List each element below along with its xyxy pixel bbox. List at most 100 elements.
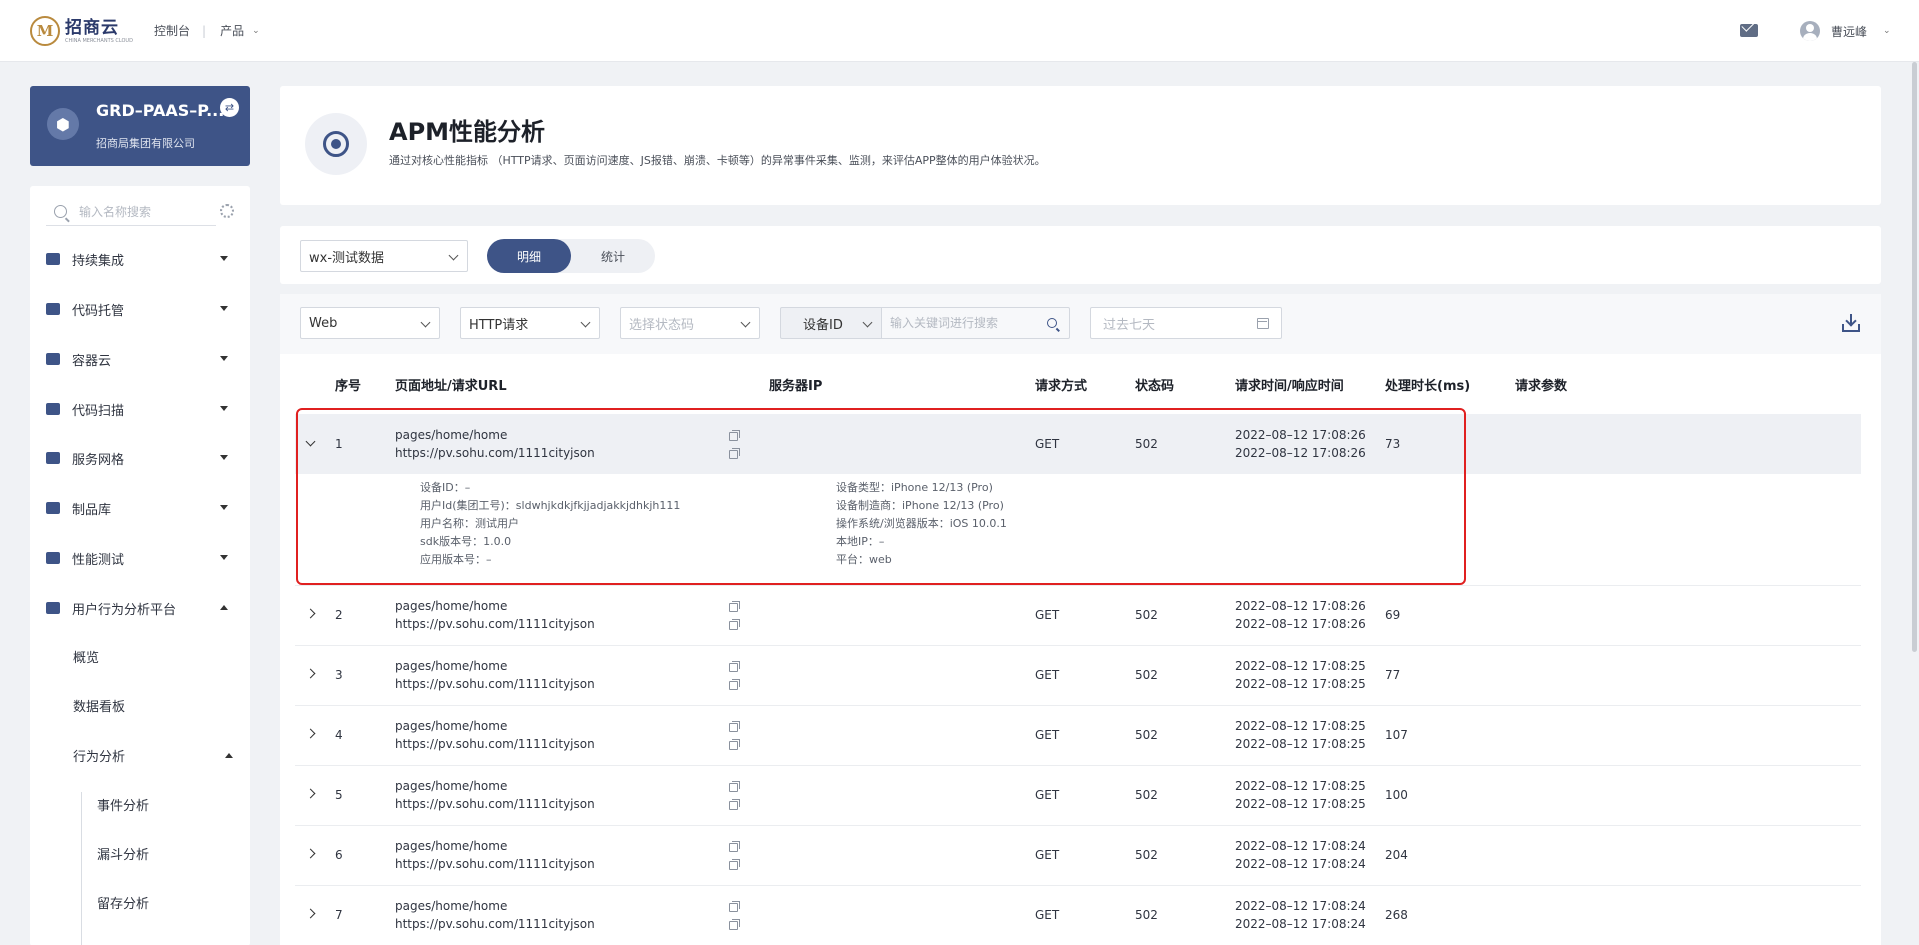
calendar-icon [1257, 318, 1269, 329]
chevron-down-icon[interactable]: ⌄ [1883, 26, 1891, 36]
detail-device-type: 设备类型：iPhone 12/13 (Pro) [836, 481, 993, 494]
sidebar-item-event-analysis[interactable]: 事件分析 [97, 784, 149, 824]
page-path: pages/home/home [395, 719, 508, 733]
app-select-value: wx-测试数据 [309, 250, 385, 266]
request-url: https://pv.sohu.com/1111cityjson [395, 857, 595, 871]
sidebar-item-label: 容器云 [72, 353, 112, 369]
sidebar-item-code-scan[interactable]: 代码扫描 [30, 385, 250, 433]
sidebar-item-dashboard[interactable]: 数据看板 [73, 685, 125, 725]
logo[interactable]: M 招商云 CHINA MERCHANTS CLOUD [30, 16, 133, 46]
top-bar: M 招商云 CHINA MERCHANTS CLOUD 控制台 | 产品 ⌄ 曹… [0, 0, 1919, 62]
table-row[interactable]: 5 pages/home/home https://pv.sohu.com/11… [295, 766, 1861, 826]
app-select[interactable]: wx-测试数据 [300, 240, 468, 272]
table-row[interactable]: 1 pages/home/home https://pv.sohu.com/11… [295, 414, 1861, 474]
request-method: GET [1035, 608, 1060, 622]
copy-icon[interactable] [729, 661, 740, 672]
date-range-picker[interactable]: 过去七天 [1090, 307, 1282, 339]
caret-down-icon [220, 505, 228, 510]
sidebar-item-user-behavior[interactable]: 用户行为分析平台 [30, 584, 250, 632]
table-row[interactable]: 6 pages/home/home https://pv.sohu.com/11… [295, 826, 1861, 886]
type-select-value: HTTP请求 [469, 317, 529, 333]
table-row[interactable]: 4 pages/home/home https://pv.sohu.com/11… [295, 706, 1861, 766]
duration: 107 [1385, 728, 1408, 742]
expand-icon[interactable] [305, 908, 316, 919]
chevron-down-icon [420, 317, 431, 328]
table-row[interactable]: 7 pages/home/home https://pv.sohu.com/11… [295, 886, 1861, 945]
users-icon [46, 602, 60, 614]
nav-products[interactable]: 产品 [220, 22, 244, 39]
user-name[interactable]: 曹远峰 [1831, 23, 1867, 40]
sidebar-item-artifacts[interactable]: 制品库 [30, 484, 250, 532]
sidebar-item-perf-test[interactable]: 性能测试 [30, 534, 250, 582]
request-method: GET [1035, 668, 1060, 682]
filter-bar: Web HTTP请求 选择状态码 设备ID 过去七天 [280, 294, 1881, 354]
duration: 73 [1385, 437, 1401, 451]
request-url: https://pv.sohu.com/1111cityjson [395, 677, 595, 691]
page-path: pages/home/home [395, 659, 508, 673]
avatar[interactable] [1800, 21, 1820, 41]
copy-icon[interactable] [729, 919, 740, 930]
keyword-input[interactable] [890, 316, 1040, 330]
table-row[interactable]: 2 pages/home/home https://pv.sohu.com/11… [295, 586, 1861, 646]
expand-icon[interactable] [305, 668, 316, 679]
tab-stats[interactable]: 统计 [571, 239, 655, 273]
caret-down-icon [220, 256, 228, 261]
sidebar-item-behavior-analysis[interactable]: 行为分析 [73, 735, 233, 775]
copy-icon[interactable] [729, 601, 740, 612]
project-card[interactable]: ⬢ GRD–PAAS–P... 招商局集团有限公司 ⇄ [30, 86, 250, 166]
sidebar-item-label: 制品库 [72, 502, 112, 518]
tab-detail[interactable]: 明细 [487, 239, 571, 273]
sidebar-item-overview[interactable]: 概览 [73, 636, 99, 676]
sidebar-search-input[interactable] [79, 204, 199, 219]
table-row[interactable]: 3 pages/home/home https://pv.sohu.com/11… [295, 646, 1861, 706]
expand-icon[interactable] [305, 728, 316, 739]
switch-project-icon[interactable]: ⇄ [220, 98, 239, 117]
status-code: 502 [1135, 437, 1158, 451]
user-menu[interactable]: 曹远峰 ⌄ [1800, 21, 1891, 41]
sidebar-item-funnel-analysis[interactable]: 漏斗分析 [97, 833, 149, 873]
copy-icon[interactable] [729, 430, 740, 441]
copy-icon[interactable] [729, 841, 740, 852]
copy-icon[interactable] [729, 859, 740, 870]
row-number: 7 [335, 908, 343, 922]
copy-icon[interactable] [729, 679, 740, 690]
type-select[interactable]: HTTP请求 [460, 307, 600, 339]
sidebar-item-container-cloud[interactable]: 容器云 [30, 335, 250, 383]
platform-select[interactable]: Web [300, 307, 440, 339]
top-nav: 控制台 | 产品 ⌄ [154, 22, 260, 39]
copy-icon[interactable] [729, 781, 740, 792]
sidebar-item-retention-analysis[interactable]: 留存分析 [97, 882, 149, 922]
caret-up-icon [220, 605, 228, 610]
sidebar-item-ci[interactable]: 持续集成 [30, 235, 250, 283]
nav-console[interactable]: 控制台 [154, 22, 190, 39]
status-code-select[interactable]: 选择状态码 [620, 307, 760, 339]
gear-icon[interactable] [220, 204, 234, 218]
mail-icon[interactable] [1740, 24, 1758, 37]
row-number: 1 [335, 437, 343, 451]
page-header: APM性能分析 通过对核心性能指标 （HTTP请求、页面访问速度、JS报错、崩溃… [280, 86, 1881, 205]
request-time: 2022–08–12 17:08:24 [1235, 899, 1366, 913]
collapse-icon[interactable] [305, 436, 316, 447]
scrollbar[interactable] [1912, 62, 1917, 652]
view-controls: wx-测试数据 明细 统计 [280, 226, 1881, 284]
sidebar-item-service-mesh[interactable]: 服务网格 [30, 434, 250, 482]
status-code: 502 [1135, 788, 1158, 802]
copy-icon[interactable] [729, 721, 740, 732]
copy-icon[interactable] [729, 739, 740, 750]
search-icon[interactable] [1047, 318, 1057, 328]
logo-text: 招商云 [65, 17, 119, 38]
copy-icon[interactable] [729, 619, 740, 630]
row-number: 3 [335, 668, 343, 682]
expand-icon[interactable] [305, 608, 316, 619]
search-field-select[interactable]: 设备ID [780, 307, 882, 339]
copy-icon[interactable] [729, 901, 740, 912]
sidebar-item-code-hosting[interactable]: 代码托管 [30, 285, 250, 333]
chevron-down-icon[interactable]: ⌄ [252, 26, 260, 36]
expand-icon[interactable] [305, 848, 316, 859]
expand-icon[interactable] [305, 788, 316, 799]
duration: 69 [1385, 608, 1401, 622]
copy-icon[interactable] [729, 448, 740, 459]
download-icon[interactable] [1842, 314, 1860, 332]
copy-icon[interactable] [729, 799, 740, 810]
sidebar-item-label: 服务网格 [72, 452, 125, 468]
